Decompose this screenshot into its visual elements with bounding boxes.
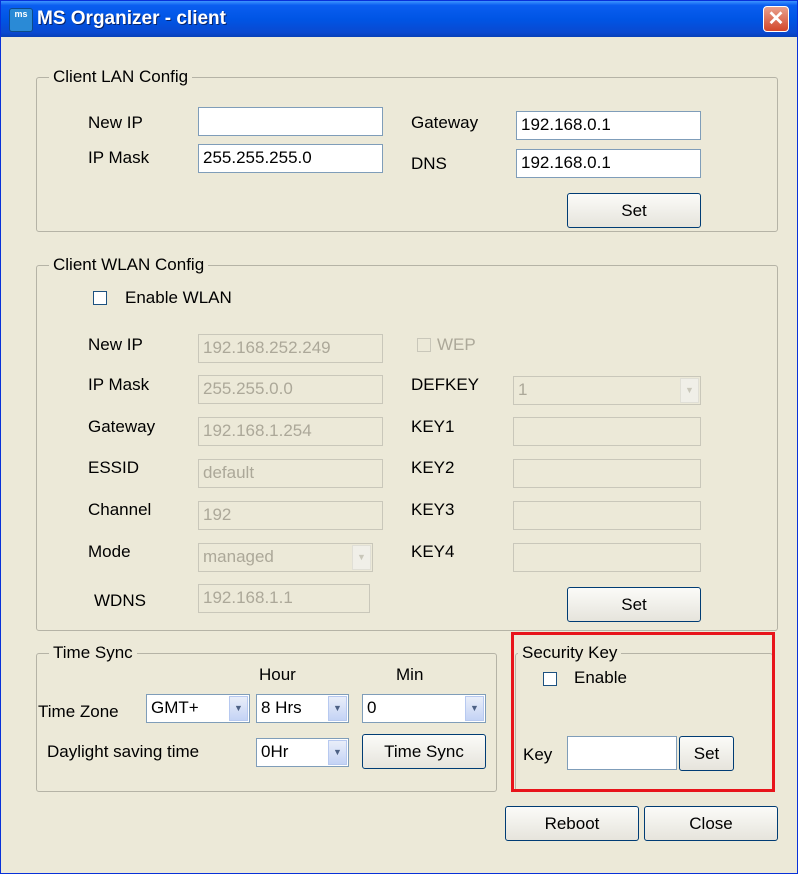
daylight-saving-select[interactable]: 0Hr ▼ xyxy=(256,738,349,767)
min-column-label: Min xyxy=(396,665,424,684)
enable-wlan-label: Enable WLAN xyxy=(125,288,232,307)
key1-input[interactable] xyxy=(513,417,701,446)
wep-checkbox[interactable] xyxy=(417,338,431,352)
chevron-down-icon: ▼ xyxy=(680,378,699,403)
lan-gateway-input[interactable]: 192.168.0.1 xyxy=(516,111,701,140)
wlan-channel-input[interactable]: 192 xyxy=(198,501,383,530)
wlan-mode-select[interactable]: managed ▼ xyxy=(198,543,373,572)
daylight-saving-label: Daylight saving time xyxy=(47,742,200,761)
defkey-label: DEFKEY xyxy=(411,375,480,394)
title-bar[interactable]: ms MS Organizer - client ✕ xyxy=(1,1,797,37)
wlan-set-button[interactable]: Set xyxy=(567,587,701,622)
time-zone-select[interactable]: GMT+ ▼ xyxy=(146,694,250,723)
wlan-essid-input[interactable]: default xyxy=(198,459,383,488)
key4-input[interactable] xyxy=(513,543,701,572)
key2-label: KEY2 xyxy=(411,458,455,477)
key1-label: KEY1 xyxy=(411,417,455,436)
chevron-down-icon: ▼ xyxy=(352,545,371,570)
wep-label: WEP xyxy=(437,335,476,354)
chevron-down-icon: ▼ xyxy=(465,696,484,721)
lan-dns-label: DNS xyxy=(411,154,447,173)
wlan-wdns-label: WDNS xyxy=(94,591,146,610)
wlan-mode-label: Mode xyxy=(88,542,131,561)
chevron-down-icon: ▼ xyxy=(229,696,248,721)
lan-new-ip-label: New IP xyxy=(88,113,143,132)
hour-value: 8 Hrs xyxy=(261,698,302,717)
defkey-select[interactable]: 1 ▼ xyxy=(513,376,701,405)
time-sync-button[interactable]: Time Sync xyxy=(362,734,486,769)
wlan-gateway-input[interactable]: 192.168.1.254 xyxy=(198,417,383,446)
wlan-config-legend: Client WLAN Config xyxy=(49,255,209,275)
time-sync-legend: Time Sync xyxy=(49,643,137,663)
wlan-config-group: Client WLAN Config xyxy=(36,255,778,631)
key4-label: KEY4 xyxy=(411,542,455,561)
chevron-down-icon: ▼ xyxy=(328,740,347,765)
time-zone-value: GMT+ xyxy=(151,698,199,717)
close-window-button[interactable]: ✕ xyxy=(763,6,789,32)
highlight-box xyxy=(511,632,775,792)
wlan-new-ip-label: New IP xyxy=(88,335,143,354)
defkey-value: 1 xyxy=(518,380,528,399)
window-title: MS Organizer - client xyxy=(37,8,226,29)
lan-set-button[interactable]: Set xyxy=(567,193,701,228)
wlan-mode-value: managed xyxy=(203,547,274,566)
app-icon: ms xyxy=(9,8,33,32)
wlan-gateway-label: Gateway xyxy=(88,417,156,436)
lan-ip-mask-label: IP Mask xyxy=(88,148,150,167)
lan-config-legend: Client LAN Config xyxy=(49,67,193,87)
chevron-down-icon: ▼ xyxy=(328,696,347,721)
key2-input[interactable] xyxy=(513,459,701,488)
reboot-button[interactable]: Reboot xyxy=(505,806,639,841)
daylight-saving-value: 0Hr xyxy=(261,742,289,761)
lan-ip-mask-input[interactable]: 255.255.255.0 xyxy=(198,144,383,173)
wlan-ip-mask-label: IP Mask xyxy=(88,375,150,394)
wlan-essid-label: ESSID xyxy=(88,458,140,477)
wlan-ip-mask-input[interactable]: 255.255.0.0 xyxy=(198,375,383,404)
lan-new-ip-input[interactable] xyxy=(198,107,383,136)
dialog-window: ms MS Organizer - client ✕ Client LAN Co… xyxy=(0,0,798,874)
key3-label: KEY3 xyxy=(411,500,455,519)
min-select[interactable]: 0 ▼ xyxy=(362,694,486,723)
wlan-wdns-input[interactable]: 192.168.1.1 xyxy=(198,584,370,613)
hour-column-label: Hour xyxy=(259,665,296,684)
hour-select[interactable]: 8 Hrs ▼ xyxy=(256,694,349,723)
time-zone-label: Time Zone xyxy=(38,702,119,721)
wlan-new-ip-input[interactable]: 192.168.252.249 xyxy=(198,334,383,363)
lan-dns-input[interactable]: 192.168.0.1 xyxy=(516,149,701,178)
key3-input[interactable] xyxy=(513,501,701,530)
lan-gateway-label: Gateway xyxy=(411,113,479,132)
close-button[interactable]: Close xyxy=(644,806,778,841)
wlan-channel-label: Channel xyxy=(88,500,152,519)
enable-wlan-checkbox[interactable] xyxy=(93,291,107,305)
min-value: 0 xyxy=(367,698,377,717)
